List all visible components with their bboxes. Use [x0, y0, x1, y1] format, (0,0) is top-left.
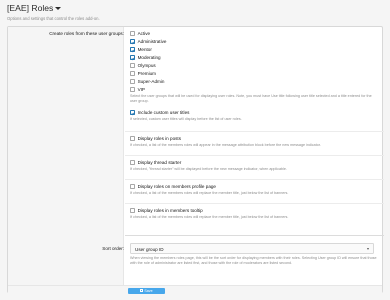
checkbox[interactable] [130, 47, 135, 52]
save-button-label: Save [144, 288, 153, 293]
form-footer: Save [8, 285, 382, 294]
group-option-mentor[interactable]: Mentor [130, 46, 152, 53]
sort-order-value: User group ID [135, 246, 164, 252]
custom-titles-label: Include custom user titles [137, 110, 190, 115]
posts-hint: If checked, a list of the members roles … [130, 143, 321, 147]
thread-starter-option[interactable]: Display thread starter [130, 159, 181, 166]
sort-order-label: Sort order: [102, 246, 124, 251]
checkbox[interactable] [130, 71, 135, 76]
group-option-vip[interactable]: VIP [130, 86, 145, 93]
checkbox[interactable] [130, 31, 135, 36]
checkbox[interactable] [130, 39, 135, 44]
tooltip-label: Display roles in members tooltip [137, 208, 203, 213]
group-option-label: Olympus [137, 63, 156, 68]
checkbox[interactable] [130, 55, 135, 60]
divider [125, 131, 384, 132]
checkbox[interactable] [130, 87, 135, 92]
group-option-label: Moderating [137, 55, 161, 60]
tooltip-hint: If checked, a list of the members roles … [130, 215, 289, 219]
group-option-active[interactable]: Active [130, 30, 150, 37]
group-option-label: VIP [137, 87, 145, 92]
options-panel: Create roles from these user groups: Act… [7, 26, 384, 294]
checkbox[interactable] [130, 63, 135, 68]
custom-titles-hint: If selected, custom user titles will dis… [130, 117, 242, 121]
sort-order-select[interactable]: User group ID [130, 243, 374, 254]
divider [125, 235, 384, 236]
group-option-label: Premium [137, 71, 156, 76]
thread-starter-hint: If checked, "thread starter" will be dis… [130, 167, 287, 171]
group-option-moderating[interactable]: Moderating [130, 54, 161, 61]
user-groups-label: Create roles from these user groups: [49, 31, 124, 36]
profile-hint: If checked, a list of the members roles … [130, 191, 289, 195]
group-option-super-admin[interactable]: Super-Admin [130, 78, 164, 85]
custom-titles-option[interactable]: Include custom user titles [130, 109, 189, 116]
page-description: Options and settings that control the ro… [7, 16, 100, 21]
divider [125, 179, 384, 180]
checkbox[interactable] [130, 136, 135, 141]
checkbox[interactable] [130, 79, 135, 84]
page-title-text: [EAE] Roles [7, 3, 54, 13]
checkbox[interactable] [130, 110, 135, 115]
user-groups-hint: Select the user groups that will be used… [130, 94, 372, 104]
checkbox[interactable] [130, 160, 135, 165]
group-option-olympus[interactable]: Olympus [130, 62, 156, 69]
checkbox[interactable] [130, 208, 135, 213]
save-icon [140, 289, 143, 292]
profile-label: Display roles on members profile page [137, 184, 216, 189]
save-button[interactable]: Save [128, 287, 165, 294]
group-option-label: Super-Admin [137, 79, 165, 84]
group-option-premium[interactable]: Premium [130, 70, 156, 77]
group-option-label: Administrative [137, 39, 167, 44]
checkbox[interactable] [130, 184, 135, 189]
posts-option[interactable]: Display roles in posts [130, 135, 181, 142]
thread-starter-label: Display thread starter [137, 160, 182, 165]
divider [125, 203, 384, 204]
chevron-down-icon[interactable] [55, 7, 62, 10]
page-header: [EAE] Roles Options and settings that co… [0, 0, 390, 28]
group-option-administrative[interactable]: Administrative [130, 38, 166, 45]
tooltip-option[interactable]: Display roles in members tooltip [130, 207, 203, 214]
page-title[interactable]: [EAE] Roles [7, 3, 62, 13]
chevron-down-icon [367, 247, 369, 250]
profile-option[interactable]: Display roles on members profile page [130, 183, 216, 190]
sort-order-hint: When viewing the members roles page, thi… [130, 256, 377, 266]
group-option-label: Mentor [137, 47, 152, 52]
posts-label: Display roles in posts [137, 136, 181, 141]
divider [125, 155, 384, 156]
group-option-label: Active [137, 31, 151, 36]
